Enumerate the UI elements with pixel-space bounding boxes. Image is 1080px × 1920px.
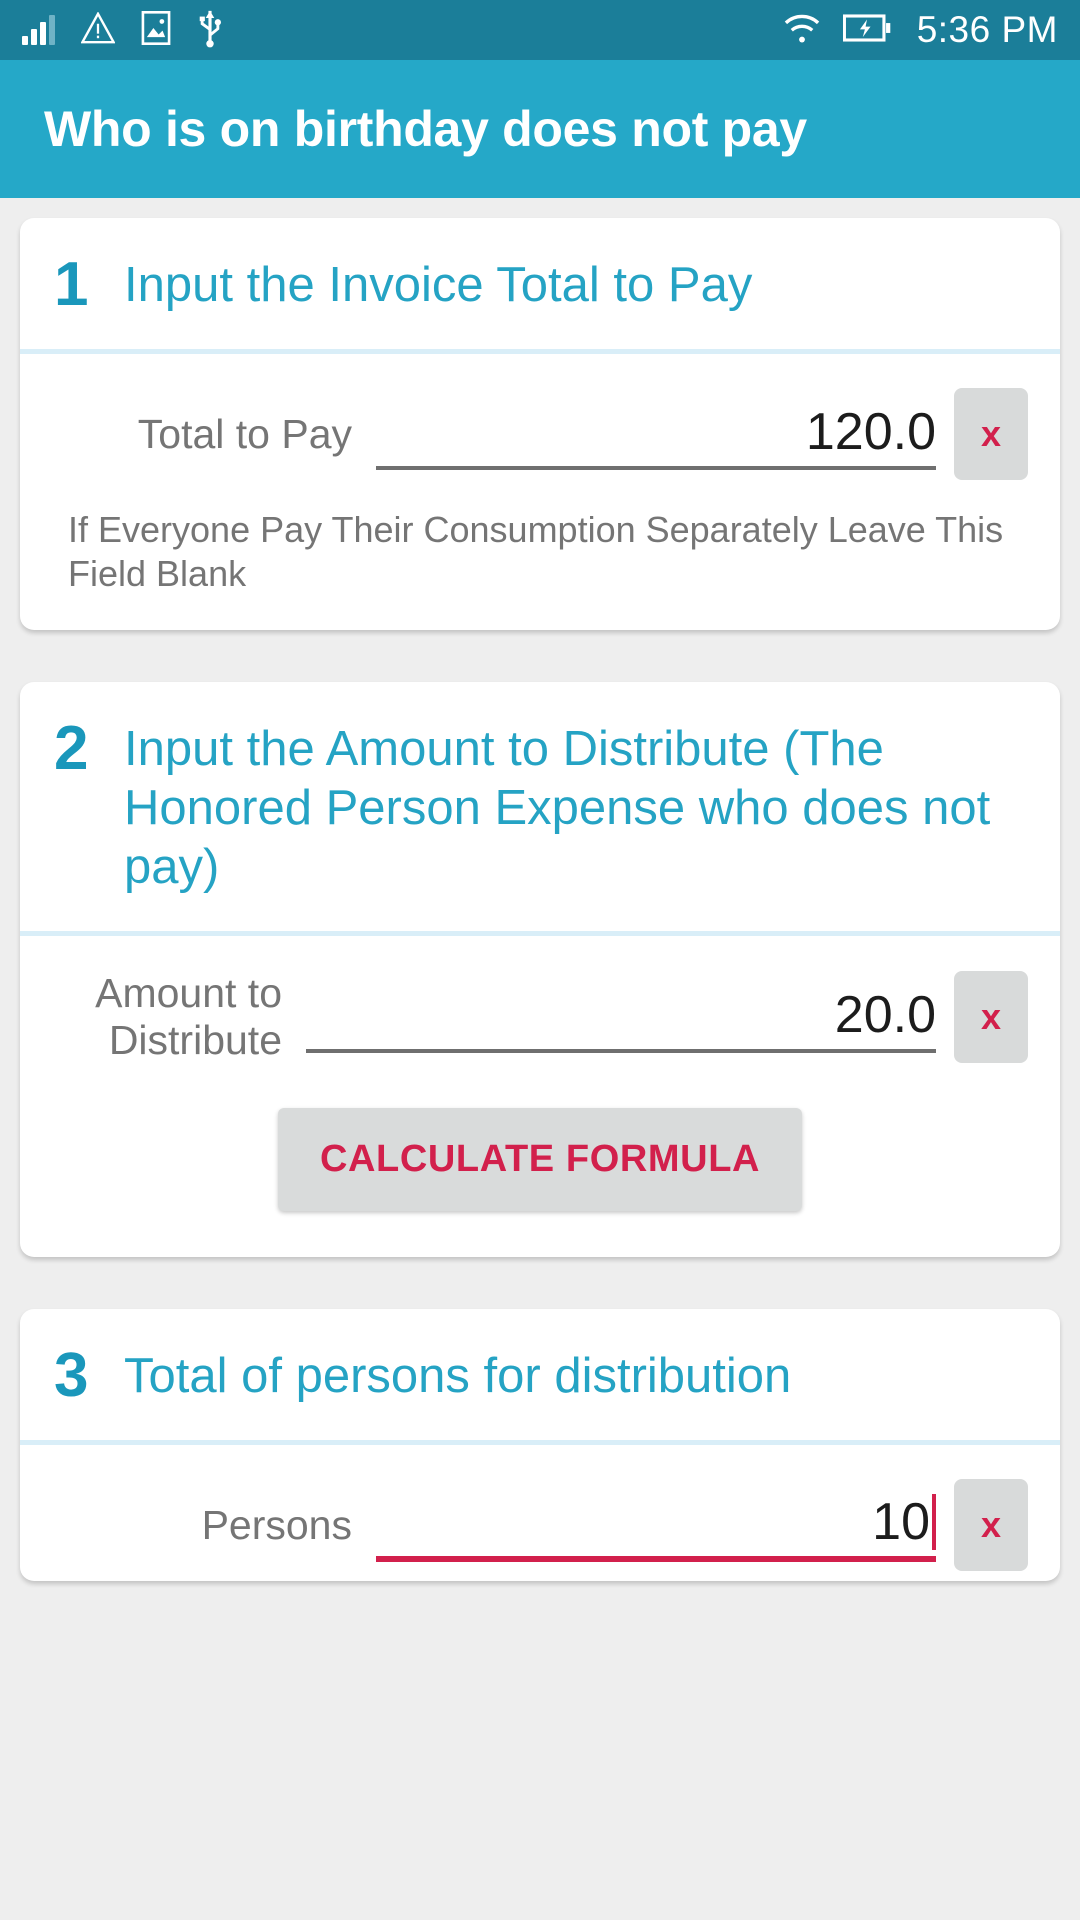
total-to-pay-label: Total to Pay <box>137 410 352 457</box>
amount-to-distribute-input[interactable]: 20.0 <box>306 981 936 1053</box>
warning-triangle-icon <box>80 10 116 49</box>
persons-input[interactable]: 10 <box>376 1488 936 1562</box>
clear-amount-to-distribute-button[interactable]: x <box>954 971 1028 1063</box>
total-to-pay-row: Total to Pay 120.0 x <box>20 354 1060 490</box>
calculate-formula-button[interactable]: CALCULATE FORMULA <box>277 1108 803 1211</box>
status-bar-right-icons: 5:36 PM <box>783 9 1058 51</box>
clear-persons-button[interactable]: x <box>954 1479 1028 1571</box>
step-heading: Input the Amount to Distribute (The Hono… <box>124 722 991 894</box>
main-content: 1 Input the Invoice Total to Pay Total t… <box>0 198 1080 1581</box>
persons-value: 10 <box>872 1493 930 1551</box>
clock-time: 5:36 PM <box>916 9 1058 50</box>
persons-row: Persons 10 x <box>20 1445 1060 1581</box>
card-header: 3 Total of persons for distribution <box>20 1309 1060 1440</box>
amount-to-distribute-label: Amount to Distribute <box>95 970 282 1063</box>
app-bar: Who is on birthday does not pay <box>0 60 1080 198</box>
card-total-persons: 3 Total of persons for distribution Pers… <box>20 1309 1060 1581</box>
step-heading: Input the Invoice Total to Pay <box>124 258 753 312</box>
signal-bars-icon <box>22 15 55 45</box>
calculate-formula-row: CALCULATE FORMULA <box>20 1074 1060 1257</box>
usb-icon <box>197 8 223 53</box>
close-icon: x <box>980 996 1002 1037</box>
wifi-icon <box>783 12 821 49</box>
clear-total-to-pay-button[interactable]: x <box>954 388 1028 480</box>
step-heading: Total of persons for distribution <box>124 1349 792 1403</box>
step-number: 2 <box>54 714 89 783</box>
step-number: 1 <box>54 250 89 319</box>
total-to-pay-value: 120.0 <box>805 403 936 461</box>
card-header: 2 Input the Amount to Distribute (The Ho… <box>20 682 1060 931</box>
card-invoice-total: 1 Input the Invoice Total to Pay Total t… <box>20 218 1060 630</box>
card-header: 1 Input the Invoice Total to Pay <box>20 218 1060 349</box>
close-icon: x <box>980 1504 1002 1545</box>
close-icon: x <box>980 413 1002 454</box>
text-cursor <box>932 1494 936 1550</box>
battery-charging-icon <box>842 13 891 48</box>
status-bar: 5:36 PM <box>0 0 1080 60</box>
total-to-pay-input[interactable]: 120.0 <box>376 398 936 470</box>
status-bar-left-icons <box>22 8 223 53</box>
step-number: 3 <box>54 1341 89 1410</box>
screenshot-image-icon <box>141 10 171 50</box>
page-title: Who is on birthday does not pay <box>44 101 807 157</box>
total-to-pay-helper-text: If Everyone Pay Their Consumption Separa… <box>68 509 1004 594</box>
amount-to-distribute-row: Amount to Distribute 20.0 x <box>20 936 1060 1074</box>
persons-label: Persons <box>201 1501 352 1548</box>
card-amount-to-distribute: 2 Input the Amount to Distribute (The Ho… <box>20 682 1060 1257</box>
amount-to-distribute-value: 20.0 <box>834 986 936 1044</box>
